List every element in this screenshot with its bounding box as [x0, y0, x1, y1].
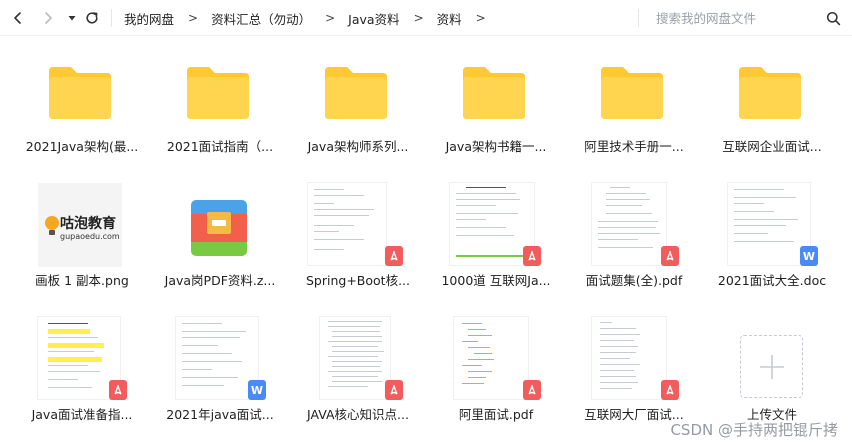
pdf-badge-icon — [661, 246, 679, 266]
search-button[interactable] — [822, 7, 844, 29]
file-name: 2021年java面试... — [166, 407, 274, 422]
file-name: Spring+Boot核... — [305, 273, 410, 288]
file-name: 2021面试大全.doc — [717, 273, 827, 288]
chevron-right-icon — [45, 12, 52, 24]
folder-icon — [463, 67, 525, 119]
breadcrumb-separator: > — [413, 11, 424, 25]
file-name: 2021面试指南（... — [166, 139, 274, 154]
file-name: Java岗PDF资料.z... — [164, 273, 276, 288]
plus-icon — [759, 354, 784, 379]
pdf-badge-icon — [523, 380, 541, 400]
top-toolbar: 我的网盘 > 资料汇总（勿动） > Java资料 > 资料 > — [0, 0, 852, 36]
pdf-badge-icon — [385, 380, 403, 400]
lightbulb-icon — [45, 216, 59, 235]
breadcrumb-separator: > — [475, 11, 486, 25]
pdf-badge-icon — [661, 380, 679, 400]
document-thumbnail — [727, 182, 811, 266]
document-thumbnail — [453, 316, 529, 400]
document-thumbnail — [319, 316, 391, 400]
breadcrumb-item-collection[interactable]: 资料汇总（勿动） — [211, 9, 311, 28]
file-name: 阿里面试.pdf — [458, 407, 534, 422]
file-name: 互联网企业面试... — [722, 139, 822, 154]
document-thumbnail — [591, 316, 667, 400]
divider — [111, 9, 112, 27]
refresh-icon — [86, 12, 98, 24]
refresh-button[interactable] — [81, 7, 103, 29]
pdf-badge-icon — [523, 246, 541, 266]
caret-down-icon — [68, 16, 76, 21]
forward-button[interactable] — [37, 7, 59, 29]
breadcrumb-separator: > — [188, 11, 199, 25]
folder-icon — [325, 67, 387, 119]
file-name: 面试题集(全).pdf — [585, 273, 683, 288]
word-badge-icon: W — [248, 380, 266, 400]
divider — [638, 9, 639, 27]
upload-box[interactable] — [740, 335, 803, 398]
image-thumbnail: 咕泡教育 gupaoedu.com — [38, 183, 122, 267]
folder-icon — [187, 67, 249, 119]
search-icon — [826, 11, 840, 25]
file-name: Java面试准备指... — [31, 407, 133, 422]
breadcrumb-separator: > — [325, 11, 336, 25]
document-thumbnail — [591, 182, 667, 266]
pdf-badge-icon — [109, 380, 127, 400]
breadcrumb-item-my-disk[interactable]: 我的网盘 — [124, 9, 174, 28]
file-name: 画板 1 副本.png — [35, 273, 129, 288]
folder-icon — [739, 67, 801, 119]
folder-icon — [49, 67, 111, 119]
logo-text: 咕泡教育 — [60, 216, 116, 232]
search-input[interactable] — [656, 8, 816, 28]
breadcrumb-item-java[interactable]: Java资料 — [348, 9, 399, 28]
file-name: JAVA核心知识点... — [307, 407, 409, 422]
folder-icon — [601, 67, 663, 119]
history-dropdown-button[interactable] — [61, 7, 83, 29]
chevron-left-icon — [14, 12, 21, 24]
pdf-badge-icon — [385, 246, 403, 266]
logo-subtext: gupaoedu.com — [60, 232, 120, 241]
archive-icon — [191, 200, 247, 256]
watermark: CSDN @手持两把锟斤拷 — [670, 421, 838, 439]
file-name: 2021Java架构(最... — [25, 139, 139, 154]
file-name: Java架构书籍一... — [445, 139, 547, 154]
file-name: 阿里技术手册一... — [584, 139, 684, 154]
document-thumbnail — [175, 316, 259, 400]
breadcrumb-item-current[interactable]: 资料 — [437, 9, 462, 28]
file-name: Java架构师系列... — [307, 139, 409, 154]
document-thumbnail — [307, 182, 387, 266]
breadcrumb: 我的网盘 > 资料汇总（勿动） > Java资料 > 资料 > — [124, 0, 499, 36]
back-button[interactable] — [7, 7, 29, 29]
file-name: 1000道 互联网Ja... — [441, 273, 551, 288]
word-badge-icon: W — [800, 246, 818, 266]
